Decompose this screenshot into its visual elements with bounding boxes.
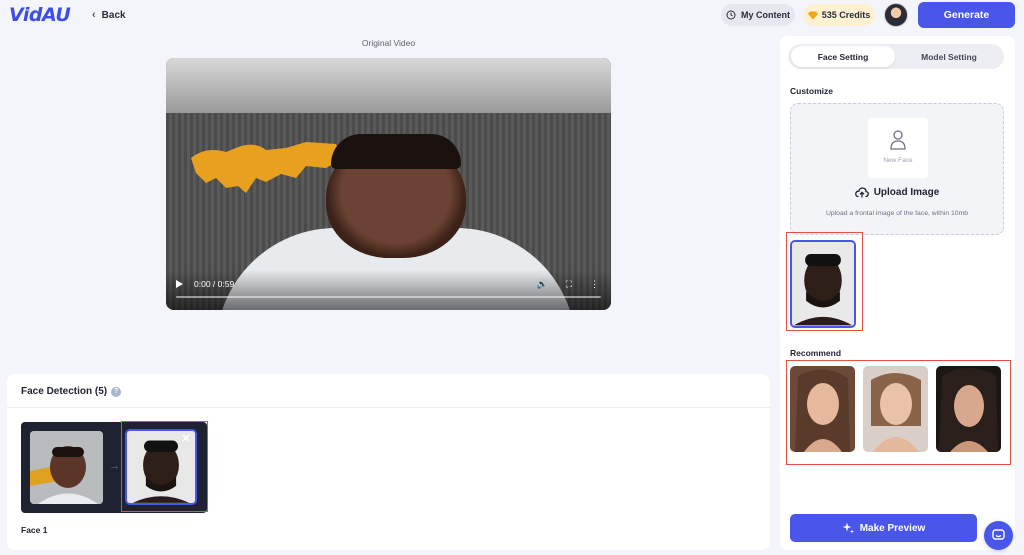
face-detection-panel: Face Detection (5) ? → ✕ Face 1 xyxy=(7,374,770,550)
video-subject-hair xyxy=(331,134,461,169)
clock-icon xyxy=(726,10,736,20)
upload-dropzone[interactable]: New Face Upload Image Upload a frontal i… xyxy=(790,103,1004,235)
new-face-placeholder[interactable]: New Face xyxy=(868,118,928,178)
face-detection-title: Face Detection (5) ? xyxy=(21,386,122,397)
more-options-icon[interactable]: ⋮ xyxy=(590,279,599,290)
tab-face-setting[interactable]: Face Setting xyxy=(791,46,895,67)
my-content-button[interactable]: My Content xyxy=(721,4,795,26)
play-icon[interactable] xyxy=(176,280,183,288)
diamond-icon xyxy=(807,11,818,19)
settings-panel: Face Setting Model Setting Customize New… xyxy=(780,36,1015,550)
video-controls xyxy=(166,270,611,310)
generate-button[interactable]: Generate xyxy=(918,2,1015,28)
original-face-thumbnail xyxy=(30,431,103,504)
help-icon[interactable]: ? xyxy=(111,386,122,397)
recommend-label: Recommend xyxy=(790,348,842,358)
video-frame-ceiling xyxy=(166,58,611,113)
settings-tabs: Face Setting Model Setting xyxy=(788,44,1004,69)
person-icon xyxy=(890,130,906,150)
make-preview-button[interactable]: Make Preview xyxy=(790,514,977,542)
sparkle-icon xyxy=(842,522,854,534)
back-button[interactable]: ‹ Back xyxy=(92,9,126,21)
volume-icon[interactable]: 🔊 xyxy=(536,279,547,290)
upload-image-label: Upload Image xyxy=(873,187,940,198)
chevron-left-icon: ‹ xyxy=(92,9,96,21)
divider xyxy=(7,407,770,408)
credits-button[interactable]: 535 Credits xyxy=(803,4,875,26)
back-label: Back xyxy=(101,9,126,21)
my-content-label: My Content xyxy=(741,10,790,20)
world-map-graphic xyxy=(191,142,344,193)
video-player[interactable]: 0:00 / 0:59 🔊 ⛶ ⋮ xyxy=(166,58,611,310)
chat-icon xyxy=(992,529,1005,540)
highlight-box xyxy=(786,360,1011,465)
top-bar: VidAU ‹ Back My Content 535 Credits Gene… xyxy=(0,0,1024,30)
upload-note: Upload a frontal image of the face, with… xyxy=(825,210,969,217)
video-time: 0:00 / 0:59 xyxy=(194,279,235,289)
vidau-logo[interactable]: VidAU xyxy=(9,4,71,26)
cloud-upload-icon xyxy=(854,187,869,198)
customize-label: Customize xyxy=(790,86,833,96)
highlight-box xyxy=(121,421,208,512)
video-progress-bar[interactable] xyxy=(176,296,601,298)
make-preview-label: Make Preview xyxy=(859,522,926,534)
highlight-box xyxy=(786,232,863,331)
fullscreen-icon[interactable]: ⛶ xyxy=(566,279,572,290)
face-label: Face 1 xyxy=(21,525,48,535)
upload-image-button[interactable]: Upload Image xyxy=(791,187,1003,198)
original-face-image xyxy=(30,431,103,504)
video-title: Original Video xyxy=(361,38,416,48)
video-control-icons: 🔊 ⛶ ⋮ xyxy=(536,279,599,290)
credits-label: 535 Credits xyxy=(821,10,871,20)
tab-model-setting[interactable]: Model Setting xyxy=(897,46,1001,67)
new-face-label: New Face xyxy=(883,157,913,164)
user-avatar[interactable] xyxy=(884,3,908,27)
chat-support-button[interactable] xyxy=(984,521,1013,550)
arrow-right-icon: → xyxy=(109,460,120,472)
face-detection-title-text: Face Detection (5) xyxy=(21,386,108,397)
